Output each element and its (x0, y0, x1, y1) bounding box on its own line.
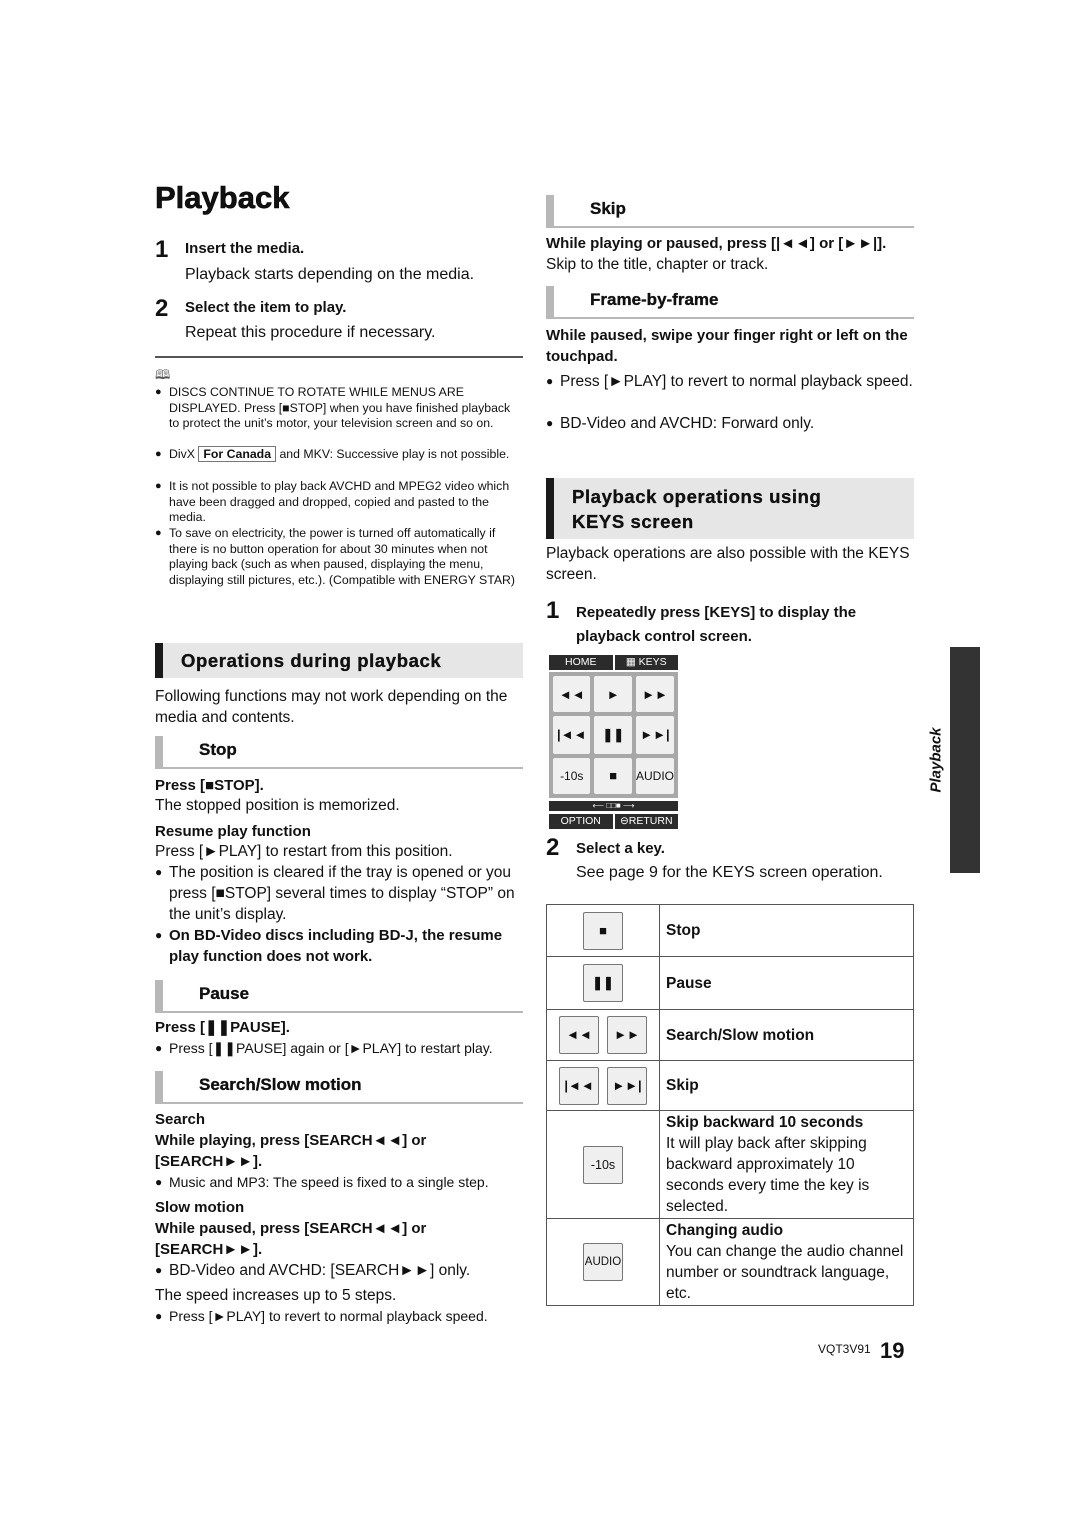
keys-table: ■ Stop ❚❚ Pause ◄◄ ►► Search/Slow motion … (546, 904, 914, 1306)
bullet-icon: ● (155, 448, 162, 460)
region-badge: For Canada (198, 446, 277, 462)
bullet-icon: ● (155, 865, 163, 879)
note-item: ● DISCS CONTINUE TO ROTATE WHILE MENUS AR… (155, 385, 511, 431)
bullet-icon: ● (546, 416, 554, 430)
resume-title: Resume play function (155, 823, 311, 840)
table-row: ❚❚ Pause (546, 956, 914, 1010)
stop-bullet: ● The position is cleared if the tray is … (155, 864, 515, 923)
bullet-icon: ● (155, 1263, 163, 1277)
skip-back-10s-icon: -10s (583, 1145, 623, 1184)
page-title: Playback (155, 180, 290, 216)
section-heading-keys: Playback operations using KEYS screen (546, 478, 914, 539)
slow-bullet: ● BD-Video and AVCHD: [SEARCH►►] only. (155, 1262, 471, 1279)
keys-button[interactable]: ▦ KEYS (614, 655, 678, 670)
bullet-icon: ● (155, 928, 163, 942)
section-heading-operations: Operations during playback (155, 643, 523, 678)
subheading-search: Search/Slow motion (155, 1071, 523, 1104)
fast-forward-icon[interactable]: ►► (635, 676, 674, 713)
step-desc: Repeat this procedure if necessary. (185, 324, 436, 341)
step-number: 2 (155, 295, 169, 322)
note-item: ● DivX For Canada and MKV: Successive pla… (155, 446, 510, 462)
return-icon: ⊖ (619, 815, 629, 827)
step-title: Select the item to play. (185, 299, 347, 316)
slow-title: Slow motion (155, 1199, 245, 1216)
model-code: VQT3V91 (818, 1342, 871, 1356)
option-button[interactable]: OPTION (549, 814, 613, 829)
skip-back-10s-button[interactable]: -10s (553, 757, 591, 794)
step-number: 1 (155, 236, 169, 263)
slow-instruction: While paused, press [SEARCH◄◄] or [SEARC… (155, 1220, 427, 1258)
operations-intro: Following functions may not work dependi… (155, 688, 508, 726)
resume-desc: Press [►PLAY] to restart from this posit… (155, 843, 453, 860)
bullet-icon: ● (155, 527, 162, 539)
pause-instruction: Press [❚❚PAUSE]. (155, 1019, 290, 1036)
page-number: 19 (880, 1338, 905, 1363)
side-tab-label: Playback (927, 727, 945, 793)
skip-back-icon[interactable]: |◄◄ (553, 716, 591, 754)
frame-instruction: While paused, swipe your finger right or… (546, 327, 908, 365)
pause-icon[interactable]: ❚❚ (594, 716, 632, 754)
bullet-icon: ● (155, 1175, 163, 1189)
bullet-icon: ● (155, 1041, 163, 1055)
frame-bullet: ● BD-Video and AVCHD: Forward only. (546, 415, 815, 432)
divider (155, 356, 523, 358)
frame-bullet: ● Press [►PLAY] to revert to normal playb… (546, 373, 913, 390)
stop-icon[interactable]: ■ (594, 757, 632, 794)
stop-instruction: Press [■STOP]. (155, 777, 264, 794)
play-icon[interactable]: ► (594, 676, 632, 713)
skip-forward-icon[interactable]: ►►| (635, 716, 674, 754)
note-item: ● It is not possible to play back AVCHD a… (155, 479, 510, 525)
side-tab-bar (950, 647, 980, 873)
keypad-icon: ▦ (625, 656, 636, 668)
table-row: -10s Skip backward 10 seconds It will pla… (546, 1110, 914, 1219)
bullet-icon: ● (546, 374, 554, 388)
keys-intro: Playback operations are also possible wi… (546, 545, 910, 583)
subheading-skip: Skip (546, 195, 914, 228)
note-item: ● To save on electricity, the power is tu… (155, 526, 516, 588)
subheading-pause: Pause (155, 980, 523, 1013)
skip-back-icon: |◄◄ (559, 1066, 599, 1105)
rewind-icon[interactable]: ◄◄ (553, 676, 591, 713)
bullet-icon: ● (155, 386, 162, 398)
speed-text: The speed increases up to 5 steps. (155, 1287, 397, 1304)
home-button[interactable]: HOME (549, 655, 613, 670)
skip-instruction: While playing or paused, press [|◄◄] or … (546, 235, 887, 252)
subheading-frame: Frame-by-frame (546, 286, 914, 319)
search-instruction: While playing, press [SEARCH◄◄] or [SEAR… (155, 1132, 427, 1170)
skip-desc: Skip to the title, chapter or track. (546, 256, 769, 273)
skip-forward-icon: ►►| (607, 1066, 647, 1105)
stop-icon: ■ (583, 911, 623, 950)
speed-bullet: ● Press [►PLAY] to revert to normal playb… (155, 1306, 523, 1327)
rewind-icon: ◄◄ (559, 1016, 599, 1054)
bullet-icon: ● (155, 480, 162, 492)
fast-forward-icon: ►► (607, 1016, 647, 1054)
bullet-icon: ● (155, 1309, 163, 1323)
audio-icon: AUDIO (583, 1243, 623, 1281)
pause-bullet: ● Press [❚❚PAUSE] again or [►PLAY] to res… (155, 1038, 523, 1059)
stop-bullet-bold: ● On BD-Video discs including BD-J, the r… (155, 927, 503, 965)
table-row: AUDIO Changing audio You can change the a… (546, 1218, 914, 1306)
stop-desc: The stopped position is memorized. (155, 797, 400, 814)
search-title: Search (155, 1111, 206, 1128)
page-indicator: ⟵ □□■ ⟶ (549, 801, 678, 811)
subheading-stop: Stop (155, 736, 523, 769)
keys-screen-illustration: HOME ▦ KEYS ◄◄ ► ►► |◄◄ ❚❚ ►►| -10s ■ AU… (549, 655, 678, 830)
table-row: ◄◄ ►► Search/Slow motion (546, 1009, 914, 1061)
pause-icon: ❚❚ (583, 964, 623, 1002)
search-bullet: ● Music and MP3: The speed is fixed to a … (155, 1172, 523, 1193)
table-row: ■ Stop (546, 904, 914, 957)
return-button[interactable]: ⊖RETURN (614, 814, 678, 829)
step-title: Insert the media. (185, 240, 305, 257)
table-row: |◄◄ ►►| Skip (546, 1060, 914, 1111)
step-desc: Playback starts depending on the media. (185, 266, 475, 283)
audio-button[interactable]: AUDIO (635, 757, 674, 794)
